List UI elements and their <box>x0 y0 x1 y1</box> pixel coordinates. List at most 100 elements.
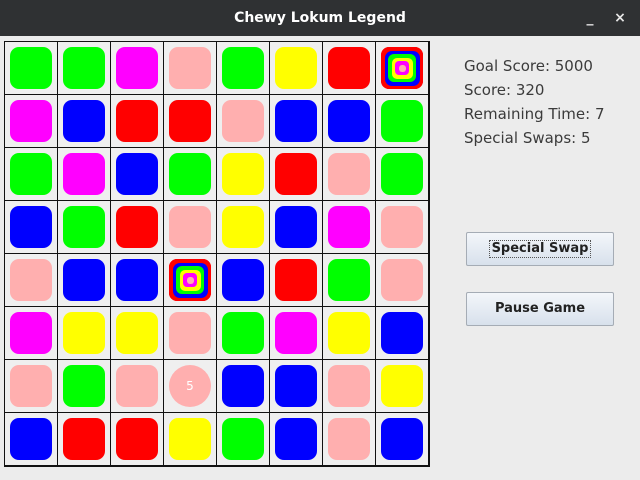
candy <box>222 206 264 248</box>
board-cell[interactable] <box>323 254 375 306</box>
board-cell[interactable] <box>111 254 163 306</box>
board-cell[interactable] <box>5 360 57 412</box>
board-cell[interactable] <box>323 95 375 147</box>
board-cell[interactable] <box>217 360 269 412</box>
board-cell[interactable] <box>323 201 375 253</box>
board-cell[interactable] <box>217 42 269 94</box>
board-cell[interactable] <box>111 307 163 359</box>
board-cell[interactable] <box>58 360 110 412</box>
board-cell[interactable] <box>164 307 216 359</box>
board-cell[interactable] <box>270 360 322 412</box>
board-cell[interactable] <box>217 201 269 253</box>
minimize-icon[interactable]: _ <box>578 0 602 36</box>
board-cell[interactable] <box>323 307 375 359</box>
candy <box>275 153 317 195</box>
candy <box>169 100 211 142</box>
board-cell[interactable] <box>376 148 428 200</box>
candy <box>381 153 423 195</box>
board-cell[interactable] <box>376 360 428 412</box>
candy <box>222 365 264 407</box>
board-cell[interactable] <box>111 413 163 465</box>
candy <box>275 206 317 248</box>
pause-game-button[interactable]: Pause Game <box>466 292 614 326</box>
board-cell[interactable]: 5 <box>164 360 216 412</box>
candy <box>63 100 105 142</box>
candy <box>222 259 264 301</box>
board-cell[interactable] <box>323 413 375 465</box>
board-cell[interactable] <box>111 148 163 200</box>
board-cell[interactable] <box>164 95 216 147</box>
board-cell[interactable] <box>164 42 216 94</box>
candy <box>169 153 211 195</box>
board-cell[interactable] <box>270 413 322 465</box>
board-cell[interactable] <box>217 95 269 147</box>
candy <box>116 259 158 301</box>
board-cell[interactable] <box>111 360 163 412</box>
board-cell[interactable] <box>164 413 216 465</box>
board-cell[interactable] <box>5 42 57 94</box>
board-cell[interactable] <box>5 254 57 306</box>
board-cell[interactable] <box>270 148 322 200</box>
board-cell[interactable] <box>58 307 110 359</box>
board-cell[interactable] <box>217 254 269 306</box>
board-cell[interactable] <box>5 201 57 253</box>
candy <box>116 100 158 142</box>
candy <box>116 312 158 354</box>
candy <box>275 418 317 460</box>
special-swaps-label: Special Swaps: 5 <box>464 129 591 147</box>
board-cell[interactable] <box>111 95 163 147</box>
board-cell[interactable] <box>376 254 428 306</box>
board-cell[interactable] <box>5 148 57 200</box>
candy <box>116 365 158 407</box>
board-cell[interactable] <box>58 148 110 200</box>
board-cell[interactable] <box>323 360 375 412</box>
board-cell[interactable] <box>376 307 428 359</box>
candy <box>275 259 317 301</box>
board-cell[interactable] <box>270 95 322 147</box>
candy <box>328 153 370 195</box>
board-cell[interactable] <box>376 42 428 94</box>
board-cell[interactable] <box>58 95 110 147</box>
candy <box>169 418 211 460</box>
board-cell[interactable] <box>376 413 428 465</box>
board-cell[interactable] <box>164 254 216 306</box>
board-cell[interactable] <box>164 201 216 253</box>
candy <box>10 365 52 407</box>
board-cell[interactable] <box>270 201 322 253</box>
special-swap-button-label: Special Swap <box>488 240 592 258</box>
special-swap-button[interactable]: Special Swap <box>466 232 614 266</box>
candy <box>63 365 105 407</box>
board-cell[interactable] <box>217 148 269 200</box>
candy <box>328 206 370 248</box>
board-cell[interactable] <box>323 148 375 200</box>
board-cell[interactable] <box>111 201 163 253</box>
board-cell[interactable] <box>217 307 269 359</box>
board-cell[interactable] <box>5 307 57 359</box>
board-cell[interactable] <box>323 42 375 94</box>
board-cell[interactable] <box>111 42 163 94</box>
candy <box>275 365 317 407</box>
board-cell[interactable] <box>376 201 428 253</box>
board-cell[interactable] <box>5 413 57 465</box>
board-cell[interactable] <box>58 201 110 253</box>
board-cell[interactable] <box>270 307 322 359</box>
board-cell[interactable] <box>58 42 110 94</box>
board-cell[interactable] <box>217 413 269 465</box>
board-cell[interactable] <box>164 148 216 200</box>
board-cell[interactable] <box>5 95 57 147</box>
candy <box>275 100 317 142</box>
board-cell[interactable] <box>58 413 110 465</box>
candy <box>222 100 264 142</box>
candy <box>328 47 370 89</box>
candy <box>381 312 423 354</box>
candy <box>381 259 423 301</box>
candy <box>116 418 158 460</box>
board-cell[interactable] <box>270 42 322 94</box>
board-cell[interactable] <box>376 95 428 147</box>
board-cell[interactable] <box>270 254 322 306</box>
candy <box>275 312 317 354</box>
candy <box>63 206 105 248</box>
board-cell[interactable] <box>58 254 110 306</box>
close-icon[interactable]: × <box>608 0 632 36</box>
window-title: Chewy Lokum Legend <box>234 10 406 26</box>
